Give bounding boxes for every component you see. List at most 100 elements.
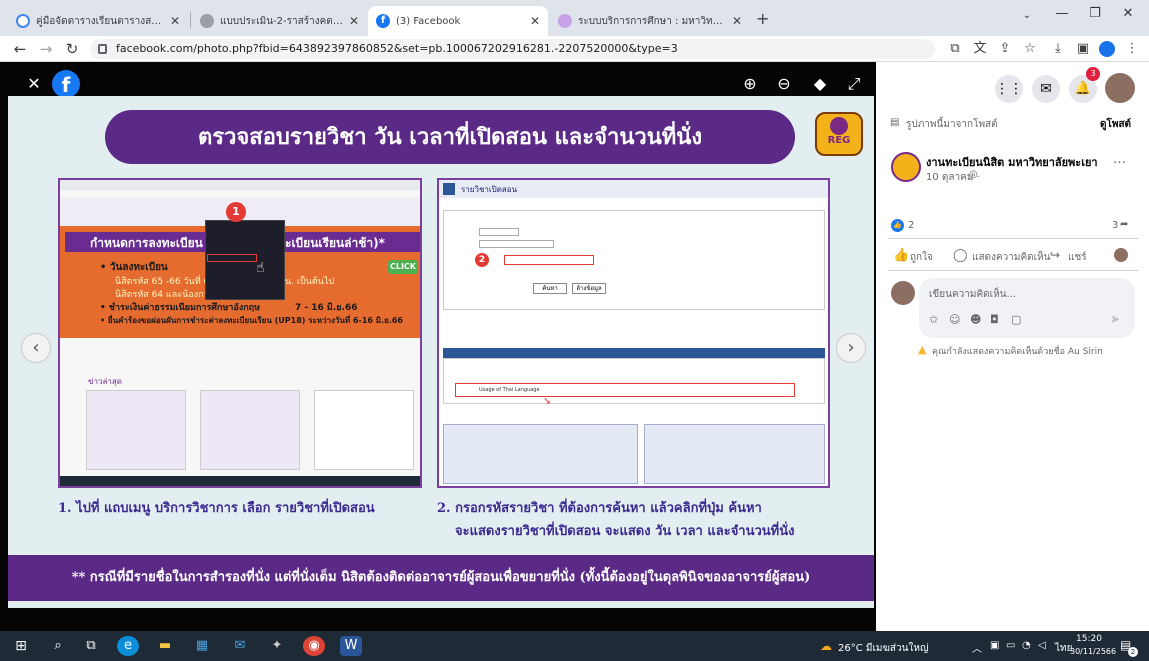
battery-icon[interactable]: ▭	[1006, 640, 1015, 651]
globe-audience-icon: ◎	[969, 169, 978, 180]
tray-app-icon[interactable]: ▣	[990, 640, 999, 651]
tab-search-icon[interactable]: ⌄	[1012, 10, 1042, 21]
facebook-icon: f	[376, 14, 390, 28]
previous-photo-button[interactable]: ‹	[21, 333, 51, 363]
translate-icon[interactable]: 文	[970, 39, 990, 59]
back-icon[interactable]: ←	[10, 39, 30, 59]
comment-placeholder: เขียนความคิดเห็น...	[929, 289, 1017, 300]
browser-tab-2[interactable]: แบบประเมิน-2-ราสร้างคตรา.pdf ✕	[192, 6, 367, 36]
download-icon[interactable]: ⤓	[1048, 39, 1068, 59]
browser-tab-3[interactable]: f (3) Facebook ✕	[368, 6, 548, 36]
close-window-button[interactable]: ✕	[1113, 6, 1143, 21]
gif-icon[interactable]: ▢	[1011, 313, 1021, 326]
start-windows-icon[interactable]: ⊞	[10, 636, 32, 656]
task-view-icon[interactable]: ⧉	[80, 636, 102, 656]
notification-count-badge: 2	[1128, 647, 1138, 657]
new-tab-button[interactable]: +	[756, 9, 769, 28]
page-name[interactable]: งานทะเบียนนิสิต มหาวิทยาลัยพะเยา	[926, 153, 1098, 171]
slide-footer-note: ** กรณีที่มีรายชื่อในการสำรองที่นั่ง แต่…	[8, 555, 874, 601]
store-icon[interactable]: ▦	[191, 636, 213, 656]
browser-menu-icon[interactable]: ⋮	[1122, 39, 1142, 59]
globe-icon	[200, 14, 214, 28]
clock-time[interactable]: 15:20	[1076, 634, 1102, 644]
share-button[interactable]: แชร์	[1068, 250, 1087, 265]
comment-icon: ◯	[953, 248, 968, 263]
file-explorer-icon[interactable]: ▬	[154, 636, 176, 656]
news-card-2	[200, 390, 300, 470]
bookmark-star-icon[interactable]: ☆	[1020, 39, 1040, 59]
camera-icon[interactable]: ◘	[990, 313, 999, 326]
university-icon	[558, 14, 572, 28]
clock-date[interactable]: 30/11/2566	[1070, 647, 1116, 656]
close-tab-icon[interactable]: ✕	[530, 14, 540, 28]
avatar-sticker-icon[interactable]: ☺	[949, 313, 960, 326]
comment-button[interactable]: แสดงความคิดเห็น	[972, 250, 1050, 265]
mini-panel-right	[644, 424, 825, 484]
install-app-icon[interactable]: ⧉	[945, 39, 965, 59]
zoom-out-icon[interactable]: ⊖	[772, 72, 796, 96]
mini-select	[479, 240, 554, 248]
notifications-badge: 3	[1086, 67, 1100, 81]
close-tab-icon[interactable]: ✕	[732, 14, 742, 28]
step-marker-2: 2	[475, 253, 489, 267]
like-button[interactable]: ถูกใจ	[910, 250, 933, 265]
messenger-icon[interactable]: ✉	[1032, 75, 1060, 103]
word-icon[interactable]: W	[340, 636, 362, 656]
menu-grid-icon[interactable]: ⋮⋮	[995, 75, 1023, 103]
mail-icon[interactable]: ✉	[229, 636, 251, 656]
sticker-icon[interactable]: ✩	[929, 313, 938, 326]
fullscreen-icon[interactable]: ⤢	[842, 72, 866, 96]
side-panel-icon[interactable]: ▣	[1073, 39, 1093, 59]
tab-separator	[190, 12, 191, 28]
maximize-button[interactable]: ❐	[1080, 6, 1110, 21]
browser-tab-1[interactable]: คู่มือจัดตารางเรียนตารางสอนฯ/มหา... ✕	[8, 6, 188, 36]
lock-icon	[98, 44, 107, 54]
emoji-icon[interactable]: ☻	[970, 313, 981, 326]
close-tab-icon[interactable]: ✕	[349, 14, 359, 28]
tray-chevron-icon[interactable]: ︿	[972, 640, 982, 655]
profile-icon[interactable]	[1099, 41, 1115, 57]
app-bird-icon[interactable]: ✦	[266, 636, 288, 656]
account-avatar[interactable]	[1105, 73, 1135, 103]
weather-text[interactable]: 26°C มีเมฆส่วนใหญ่	[838, 641, 928, 656]
volume-icon[interactable]: ◁	[1038, 640, 1046, 651]
reload-icon[interactable]: ↻	[62, 39, 82, 59]
mini-table-header	[443, 348, 825, 358]
mini-logo-icon	[443, 183, 455, 195]
mini-search-button: ค้นหา	[533, 283, 567, 294]
mini-reset-button: ล้างข้อมูล	[572, 283, 606, 294]
share-icon: ↪	[1050, 248, 1061, 262]
forward-icon[interactable]: →	[36, 39, 56, 59]
mini-taskbar	[60, 476, 420, 486]
mini-results-table	[443, 358, 825, 404]
mini-input	[479, 228, 519, 236]
news-card-3	[314, 390, 414, 470]
address-field[interactable]: facebook.com/photo.php?fbid=643892397860…	[90, 39, 935, 59]
tag-icon[interactable]: ◆	[808, 72, 832, 96]
mini-dropdown-highlight	[207, 254, 257, 262]
chrome-icon[interactable]: ◉	[303, 636, 325, 656]
share-page-icon[interactable]: ⇪	[995, 39, 1015, 59]
facebook-logo-icon[interactable]: f	[52, 70, 80, 98]
minimize-button[interactable]: —	[1047, 6, 1077, 21]
share-count[interactable]: 3	[1112, 220, 1118, 231]
click-badge: CLICK	[388, 260, 418, 274]
reaction-count[interactable]: 2	[908, 220, 914, 231]
zoom-in-icon[interactable]: ⊕	[738, 72, 762, 96]
more-options-icon[interactable]: …	[1113, 152, 1126, 167]
view-post-link[interactable]: ดูโพสต์	[1100, 117, 1131, 132]
edge-browser-icon[interactable]: e	[117, 636, 139, 656]
next-photo-button[interactable]: ›	[836, 333, 866, 363]
wifi-icon[interactable]: ◔	[1022, 640, 1031, 651]
step2-screenshot: รายวิชาเปิดสอน 2 ค้นหา ล้างข้อมูล Usage …	[437, 178, 830, 488]
mini-course-code-highlight	[504, 255, 594, 265]
browser-tab-4[interactable]: ระบบบริการการศึกษา : มหาวิทยาลัยพ... ✕	[550, 6, 750, 36]
commenter-avatar	[891, 281, 915, 305]
close-viewer-button[interactable]: ✕	[22, 72, 46, 96]
post-as-avatar[interactable]	[1114, 248, 1128, 262]
like-reaction-icon: 👍	[891, 219, 904, 232]
send-icon[interactable]: ➤	[1110, 312, 1120, 326]
page-avatar[interactable]	[891, 152, 921, 182]
close-tab-icon[interactable]: ✕	[170, 14, 180, 28]
search-icon[interactable]: ⌕	[47, 636, 69, 656]
